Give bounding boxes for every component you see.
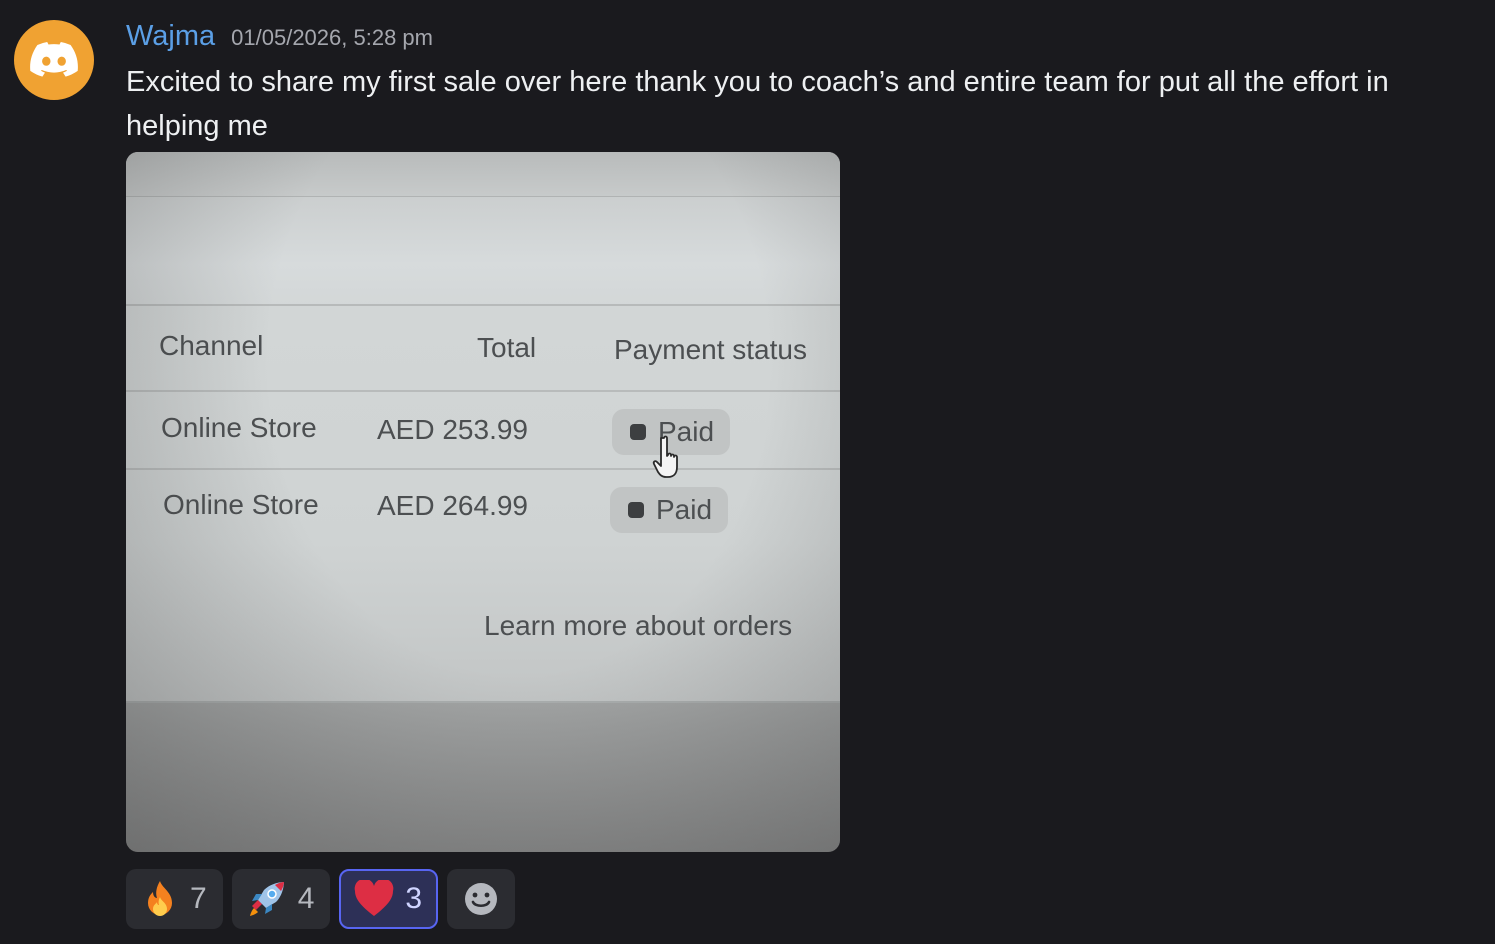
message-text: Excited to share my first sale over here… xyxy=(126,66,1389,142)
row-2-channel: Online Store xyxy=(163,489,319,520)
username[interactable]: Wajma xyxy=(126,20,215,53)
fire-emoji-icon xyxy=(148,881,172,916)
rocket-emoji-icon xyxy=(249,882,284,916)
row-2-total: AED 264.99 xyxy=(377,490,528,521)
header-channel: Channel xyxy=(159,330,264,361)
add-reaction-button[interactable] xyxy=(447,869,516,929)
discord-logo-icon xyxy=(30,42,78,77)
row-divider xyxy=(126,468,840,470)
heart-emoji-icon xyxy=(355,880,394,916)
row-2-status-badge: Paid xyxy=(610,487,729,533)
status-dot-icon xyxy=(628,502,644,518)
message-header: Wajma 01/05/2026, 5:28 pm xyxy=(126,20,433,53)
header-total: Total xyxy=(477,332,537,363)
row-1-total: AED 253.99 xyxy=(377,414,528,445)
row-divider xyxy=(126,390,840,392)
status-dot-icon xyxy=(630,424,646,440)
smiley-icon xyxy=(465,883,498,915)
reactions-bar: 7 4 3 xyxy=(126,869,516,929)
row-1-channel: Online Store xyxy=(161,412,317,443)
hand-cursor-icon xyxy=(652,435,678,478)
row-2-status: Paid xyxy=(656,494,713,525)
learn-more-link: Learn more about orders xyxy=(484,610,793,641)
reaction-rocket[interactable]: 4 xyxy=(231,869,331,929)
reaction-fire-count: 7 xyxy=(190,882,207,915)
reaction-rocket-count: 4 xyxy=(297,882,315,915)
avatar[interactable] xyxy=(14,20,94,100)
image-attachment[interactable]: Channel Total Payment status Online Stor… xyxy=(126,152,840,852)
reaction-heart[interactable]: 3 xyxy=(339,869,439,929)
header-payment-status: Payment status xyxy=(614,334,807,365)
reaction-heart-count: 3 xyxy=(405,882,423,915)
reaction-fire[interactable]: 7 xyxy=(126,869,223,929)
timestamp: 01/05/2026, 5:28 pm xyxy=(231,25,433,50)
photo-top-band xyxy=(126,152,840,197)
